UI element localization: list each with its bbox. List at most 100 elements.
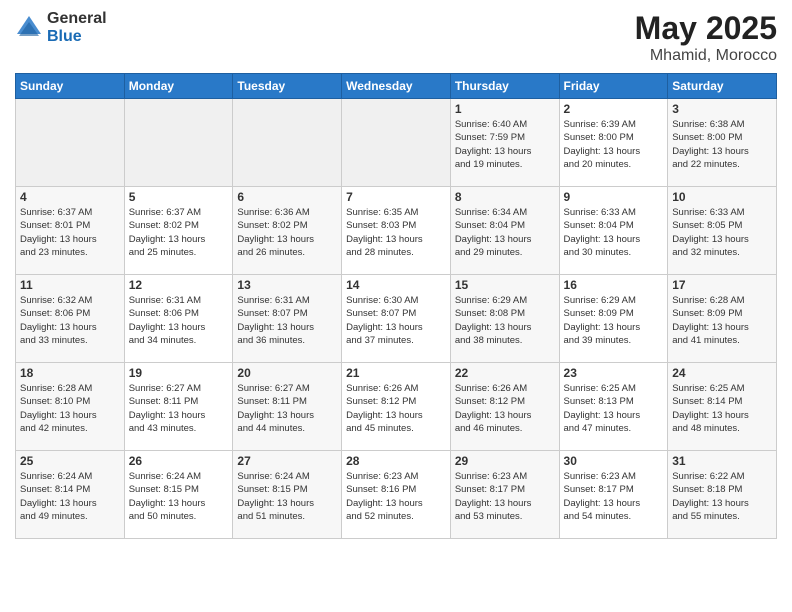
calendar-cell: 8Sunrise: 6:34 AM Sunset: 8:04 PM Daylig… [450,187,559,275]
day-info: Sunrise: 6:32 AM Sunset: 8:06 PM Dayligh… [20,294,120,347]
calendar-cell: 24 Sunrise: 6:25 AM Sunset: 8:14 PM Dayli… [668,363,777,451]
title-block: May 2025 Mhamid, Morocco [635,10,777,65]
day-info: Sunrise: 6:27 AM Sunset: 8:11 PM Dayligh… [129,382,229,435]
th-thursday: Thursday [450,74,559,99]
calendar-cell: 4Sunrise: 6:37 AM Sunset: 8:01 PM Daylig… [16,187,125,275]
day-info: Sunrise: 6:29 AM Sunset: 8:09 PM Dayligh… [564,294,664,347]
calendar-cell [124,99,233,187]
calendar-cell: 29 Sunrise: 6:23 AM Sunset: 8:17 PM Dayli… [450,451,559,539]
calendar-cell: 26Sunrise: 6:24 AM Sunset: 8:15 PM Dayli… [124,451,233,539]
calendar-cell [16,99,125,187]
day-info: Sunrise: 6:36 AM Sunset: 8:02 PM Dayligh… [237,206,337,259]
calendar-cell: 19Sunrise: 6:27 AM Sunset: 8:11 PM Dayli… [124,363,233,451]
day-info: Sunrise: 6:39 AM Sunset: 8:00 PM Dayligh… [564,118,664,171]
day-info: Sunrise: 6:28 AM Sunset: 8:09 PM Dayligh… [672,294,772,347]
calendar-cell: 5Sunrise: 6:37 AM Sunset: 8:02 PM Daylig… [124,187,233,275]
calendar-cell: 18 Sunrise: 6:28 AM Sunset: 8:10 PM Dayli… [16,363,125,451]
day-number: 20 [237,366,337,380]
day-info: Sunrise: 6:40 AM Sunset: 7:59 PM Dayligh… [455,118,555,171]
calendar-week-4: 18 Sunrise: 6:28 AM Sunset: 8:10 PM Dayli… [16,363,777,451]
day-info: Sunrise: 6:27 AM Sunset: 8:11 PM Dayligh… [237,382,337,435]
calendar-cell: 17 Sunrise: 6:28 AM Sunset: 8:09 PM Dayli… [668,275,777,363]
calendar-cell: 1 Sunrise: 6:40 AM Sunset: 7:59 PM Daylig… [450,99,559,187]
day-info: Sunrise: 6:23 AM Sunset: 8:17 PM Dayligh… [564,470,664,523]
calendar-cell: 16 Sunrise: 6:29 AM Sunset: 8:09 PM Dayli… [559,275,668,363]
day-number: 13 [237,278,337,292]
calendar-page: General Blue May 2025 Mhamid, Morocco Su… [0,0,792,612]
calendar-cell: 7Sunrise: 6:35 AM Sunset: 8:03 PM Daylig… [342,187,451,275]
day-number: 16 [564,278,664,292]
day-info: Sunrise: 6:25 AM Sunset: 8:14 PM Dayligh… [672,382,772,435]
day-number: 17 [672,278,772,292]
calendar-cell [233,99,342,187]
calendar-cell: 25Sunrise: 6:24 AM Sunset: 8:14 PM Dayli… [16,451,125,539]
day-number: 8 [455,190,555,204]
logo-general: General [47,10,107,28]
day-info: Sunrise: 6:31 AM Sunset: 8:06 PM Dayligh… [129,294,229,347]
calendar-week-3: 11 Sunrise: 6:32 AM Sunset: 8:06 PM Dayli… [16,275,777,363]
day-info: Sunrise: 6:24 AM Sunset: 8:15 PM Dayligh… [237,470,337,523]
day-number: 28 [346,454,446,468]
calendar-cell: 9 Sunrise: 6:33 AM Sunset: 8:04 PM Daylig… [559,187,668,275]
calendar-cell: 21Sunrise: 6:26 AM Sunset: 8:12 PM Dayli… [342,363,451,451]
calendar-table: Sunday Monday Tuesday Wednesday Thursday… [15,73,777,539]
day-info: Sunrise: 6:35 AM Sunset: 8:03 PM Dayligh… [346,206,446,259]
day-number: 6 [237,190,337,204]
day-number: 11 [20,278,120,292]
day-info: Sunrise: 6:25 AM Sunset: 8:13 PM Dayligh… [564,382,664,435]
day-info: Sunrise: 6:26 AM Sunset: 8:12 PM Dayligh… [346,382,446,435]
th-wednesday: Wednesday [342,74,451,99]
calendar-cell [342,99,451,187]
calendar-cell: 14Sunrise: 6:30 AM Sunset: 8:07 PM Dayli… [342,275,451,363]
day-number: 5 [129,190,229,204]
calendar-body: 1 Sunrise: 6:40 AM Sunset: 7:59 PM Daylig… [16,99,777,539]
th-saturday: Saturday [668,74,777,99]
day-number: 31 [672,454,772,468]
day-number: 2 [564,102,664,116]
calendar-cell: 3 Sunrise: 6:38 AM Sunset: 8:00 PM Daylig… [668,99,777,187]
calendar-cell: 23Sunrise: 6:25 AM Sunset: 8:13 PM Dayli… [559,363,668,451]
calendar-week-1: 1 Sunrise: 6:40 AM Sunset: 7:59 PM Daylig… [16,99,777,187]
day-info: Sunrise: 6:22 AM Sunset: 8:18 PM Dayligh… [672,470,772,523]
calendar-cell: 22Sunrise: 6:26 AM Sunset: 8:12 PM Dayli… [450,363,559,451]
day-number: 3 [672,102,772,116]
month-title: May 2025 [635,10,777,47]
day-number: 26 [129,454,229,468]
day-number: 15 [455,278,555,292]
logo-blue: Blue [47,28,107,46]
logo: General Blue [15,10,107,45]
day-number: 24 [672,366,772,380]
day-number: 4 [20,190,120,204]
calendar-cell: 31 Sunrise: 6:22 AM Sunset: 8:18 PM Dayli… [668,451,777,539]
th-monday: Monday [124,74,233,99]
calendar-cell: 2 Sunrise: 6:39 AM Sunset: 8:00 PM Daylig… [559,99,668,187]
day-info: Sunrise: 6:30 AM Sunset: 8:07 PM Dayligh… [346,294,446,347]
day-info: Sunrise: 6:23 AM Sunset: 8:17 PM Dayligh… [455,470,555,523]
day-info: Sunrise: 6:26 AM Sunset: 8:12 PM Dayligh… [455,382,555,435]
logo-text: General Blue [47,10,107,45]
calendar-cell: 6 Sunrise: 6:36 AM Sunset: 8:02 PM Daylig… [233,187,342,275]
logo-icon [15,14,43,42]
day-info: Sunrise: 6:24 AM Sunset: 8:14 PM Dayligh… [20,470,120,523]
day-number: 12 [129,278,229,292]
calendar-cell: 20 Sunrise: 6:27 AM Sunset: 8:11 PM Dayli… [233,363,342,451]
th-sunday: Sunday [16,74,125,99]
day-number: 29 [455,454,555,468]
th-friday: Friday [559,74,668,99]
calendar-cell: 13 Sunrise: 6:31 AM Sunset: 8:07 PM Dayli… [233,275,342,363]
calendar-week-5: 25Sunrise: 6:24 AM Sunset: 8:14 PM Dayli… [16,451,777,539]
day-info: Sunrise: 6:38 AM Sunset: 8:00 PM Dayligh… [672,118,772,171]
day-info: Sunrise: 6:28 AM Sunset: 8:10 PM Dayligh… [20,382,120,435]
calendar-cell: 11 Sunrise: 6:32 AM Sunset: 8:06 PM Dayli… [16,275,125,363]
calendar-cell: 28Sunrise: 6:23 AM Sunset: 8:16 PM Dayli… [342,451,451,539]
header: General Blue May 2025 Mhamid, Morocco [15,10,777,65]
day-number: 1 [455,102,555,116]
day-number: 18 [20,366,120,380]
day-info: Sunrise: 6:31 AM Sunset: 8:07 PM Dayligh… [237,294,337,347]
day-info: Sunrise: 6:33 AM Sunset: 8:04 PM Dayligh… [564,206,664,259]
th-tuesday: Tuesday [233,74,342,99]
day-number: 9 [564,190,664,204]
day-number: 27 [237,454,337,468]
day-info: Sunrise: 6:33 AM Sunset: 8:05 PM Dayligh… [672,206,772,259]
calendar-week-2: 4Sunrise: 6:37 AM Sunset: 8:01 PM Daylig… [16,187,777,275]
